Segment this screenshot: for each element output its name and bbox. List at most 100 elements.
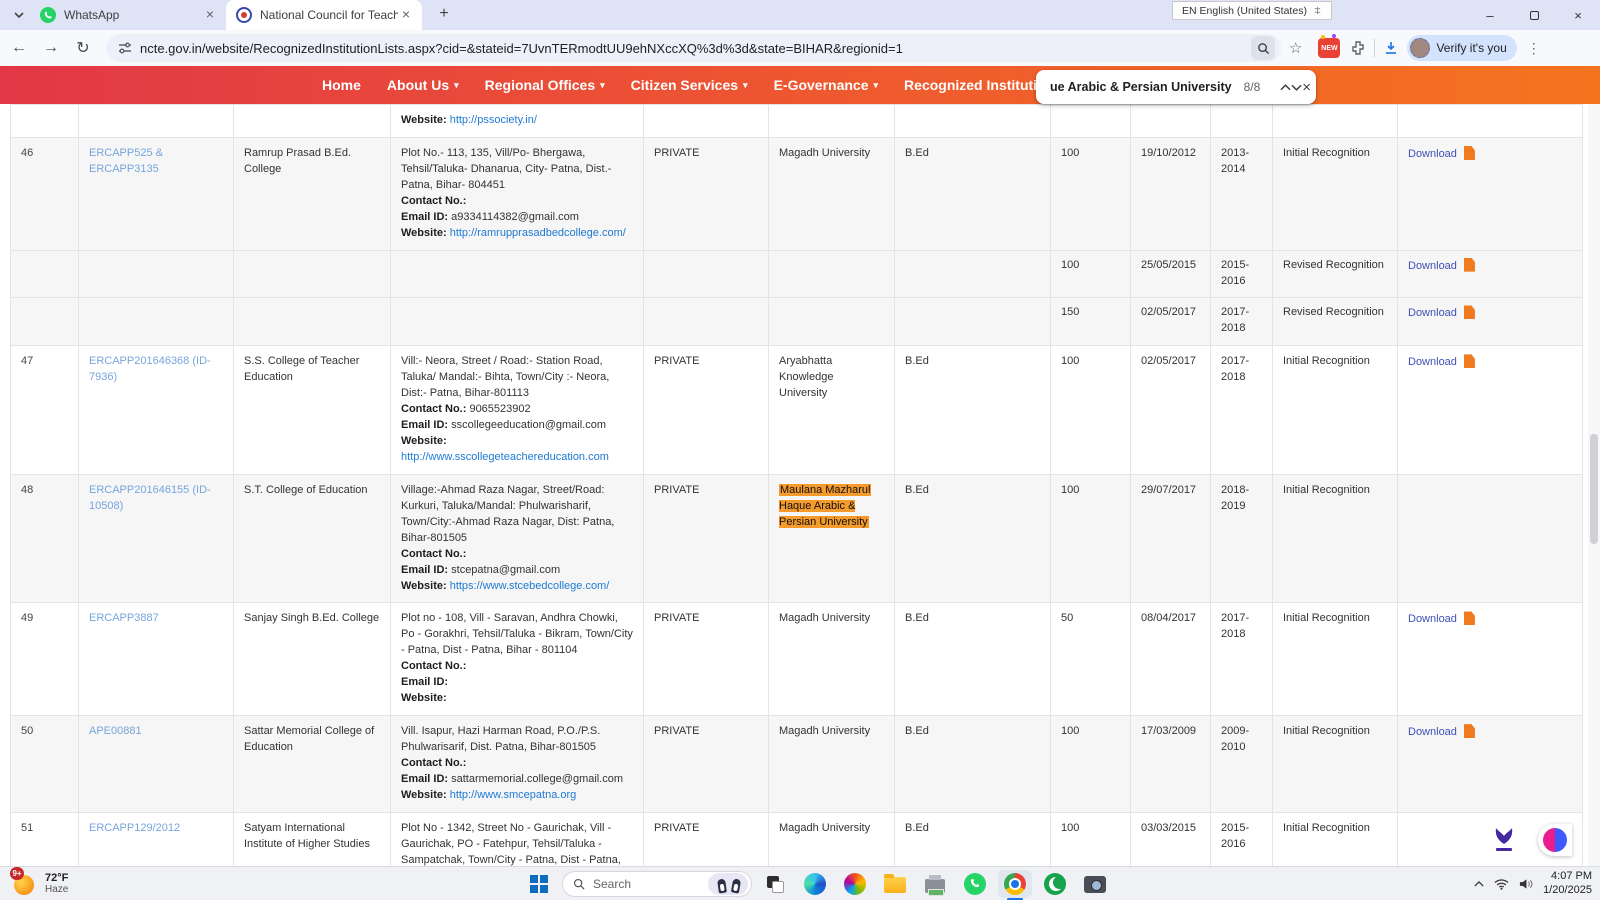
institution-code-link[interactable]: ERCAPP129/2012 [89, 822, 180, 834]
maximize-button[interactable] [1512, 0, 1556, 30]
close-button[interactable]: × [1556, 0, 1600, 30]
nav-item-about-us[interactable]: About Us▾ [387, 77, 459, 93]
download-link[interactable]: Download [1408, 148, 1457, 160]
minimize-button[interactable]: – [1468, 0, 1512, 30]
website-line: Website: http://www.sscollegeteachereduc… [401, 434, 633, 466]
find-prev-button[interactable] [1280, 75, 1291, 99]
profile-chip[interactable]: Verify it's you [1407, 35, 1516, 61]
move-handle-icon [1313, 6, 1322, 15]
recognition-type-cell: Initial Recognition [1273, 812, 1398, 866]
start-button[interactable] [522, 870, 556, 898]
tab-close-icon[interactable]: × [398, 7, 414, 23]
new-extension-icon[interactable]: NEW [1318, 38, 1340, 58]
order-date-cell: 17/03/2009 [1131, 716, 1211, 813]
wifi-icon[interactable] [1494, 878, 1509, 890]
website-link[interactable]: https://www.stcebedcollege.com/ [450, 580, 610, 592]
order-date-cell: 29/07/2017 [1131, 474, 1211, 603]
institution-name: S.T. College of Education [234, 474, 391, 603]
site-nav-bar: Home About Us▾ Regional Offices▾ Citizen Se… [0, 66, 1600, 104]
weather-condition: Haze [45, 884, 68, 895]
downloads-icon[interactable] [1383, 40, 1399, 56]
row-code-cell: ERCAPP201646155 (ID-10508) [79, 474, 234, 603]
find-in-page-icon[interactable] [1251, 36, 1275, 60]
search-icon [573, 878, 585, 890]
institution-type: PRIVATE [644, 346, 769, 475]
whatsapp-icon[interactable] [958, 870, 992, 898]
back-icon[interactable]: ← [6, 35, 32, 61]
tab-close-icon[interactable]: × [202, 7, 218, 23]
download-cell: Download [1398, 346, 1583, 475]
find-next-button[interactable] [1291, 75, 1302, 99]
reload-icon[interactable]: ↻ [70, 35, 96, 61]
website-link[interactable]: http://pssociety.in/ [450, 114, 537, 126]
copilot-icon[interactable] [838, 870, 872, 898]
toolbar-actions: NEW Verify it's you ⋮ [1318, 35, 1552, 61]
site-info-icon[interactable] [118, 41, 132, 55]
language-indicator-chip[interactable]: EN English (United States) [1172, 1, 1332, 20]
scrollbar-thumb[interactable] [1590, 434, 1598, 544]
institution-code-link[interactable]: ERCAPP525 & ERCAPP3135 [89, 147, 163, 175]
intake-cell: 50 [1051, 603, 1131, 716]
download-link[interactable]: Download [1408, 726, 1457, 738]
website-link[interactable]: http://www.sscollegeteachereducation.com [401, 451, 609, 463]
institution-code-link[interactable]: APE00881 [89, 725, 142, 737]
university-cell [769, 298, 895, 346]
download-cell [1398, 105, 1583, 138]
download-link[interactable]: Download [1408, 260, 1457, 272]
institution-code-link[interactable]: ERCAPP201646155 (ID-10508) [89, 484, 211, 512]
crescent-app-icon[interactable] [1038, 870, 1072, 898]
nav-item-home[interactable]: Home [322, 77, 361, 93]
bookmark-star-icon[interactable]: ☆ [1289, 39, 1302, 57]
page-scrollbar[interactable] [1588, 104, 1600, 866]
assistant-fab[interactable] [1538, 824, 1572, 856]
intake-cell: 100 [1051, 474, 1131, 603]
download-link[interactable]: Download [1408, 356, 1457, 368]
menu-kebab-icon[interactable]: ⋮ [1527, 40, 1541, 57]
website-line: Website: http://ramrupprasadbedcollege.c… [401, 226, 633, 242]
institution-address-cell: Plot No.- 113, 135, Vill/Po- Bhergawa, T… [391, 137, 644, 250]
chrome-icon[interactable] [998, 870, 1032, 898]
row-serial: 46 [11, 137, 79, 250]
contact-label: Contact No.: [401, 660, 466, 672]
nav-item-citizen-services[interactable]: Citizen Services▾ [631, 77, 748, 93]
row-serial: 49 [11, 603, 79, 716]
institution-address-cell: Website: http://pssociety.in/ [391, 105, 644, 138]
task-view-button[interactable] [758, 870, 792, 898]
download-link[interactable]: Download [1408, 613, 1457, 625]
ncte-watermark-logo [1492, 826, 1516, 854]
taskbar-center: Search [522, 870, 1112, 898]
download-cell [1398, 474, 1583, 603]
tab-ncte[interactable]: National Council for Teacher Ed × [226, 0, 422, 30]
institution-code-link[interactable]: ERCAPP3887 [89, 612, 159, 624]
nav-item-e-governance[interactable]: E-Governance▾ [774, 77, 878, 93]
address-bar[interactable]: ncte.gov.in/website/RecognizedInstitutio… [106, 34, 1281, 62]
volume-icon[interactable] [1519, 878, 1533, 890]
find-query[interactable]: ue Arabic & Persian University [1050, 80, 1232, 94]
website-link[interactable]: http://ramrupprasadbedcollege.com/ [450, 227, 626, 239]
taskbar-clock[interactable]: 4:07 PM 1/20/2025 [1543, 870, 1592, 898]
camera-icon[interactable] [1078, 870, 1112, 898]
file-explorer-icon[interactable] [878, 870, 912, 898]
new-tab-button[interactable]: + [432, 3, 456, 27]
edge-icon[interactable] [798, 870, 832, 898]
download-link[interactable]: Download [1408, 307, 1457, 319]
institution-code-link[interactable]: ERCAPP201646368 (ID-7936) [89, 355, 211, 383]
printer-icon[interactable] [918, 870, 952, 898]
institution-name: Satyam International Institute of Higher… [234, 812, 391, 866]
academic-year-cell: 2018-2019 [1211, 474, 1273, 603]
search-highlight-image[interactable] [708, 873, 748, 895]
tab-search-chevron-icon[interactable] [8, 4, 30, 26]
tray-chevron-icon[interactable] [1474, 881, 1484, 887]
recognition-type-cell: Initial Recognition [1273, 346, 1398, 475]
institution-name [234, 298, 391, 346]
find-close-button[interactable]: × [1302, 75, 1311, 99]
taskbar-search-box[interactable]: Search [562, 871, 752, 897]
extensions-icon[interactable] [1350, 40, 1366, 56]
nav-item-regional-offices[interactable]: Regional Offices▾ [485, 77, 605, 93]
chevron-down-icon: ▾ [874, 80, 879, 91]
forward-icon[interactable]: → [38, 35, 64, 61]
website-label: Website: [401, 435, 447, 447]
tab-whatsapp[interactable]: WhatsApp × [30, 0, 226, 30]
website-link[interactable]: http://www.smcepatna.org [450, 789, 577, 801]
weather-widget[interactable]: 9+ 72°F Haze [12, 871, 182, 897]
